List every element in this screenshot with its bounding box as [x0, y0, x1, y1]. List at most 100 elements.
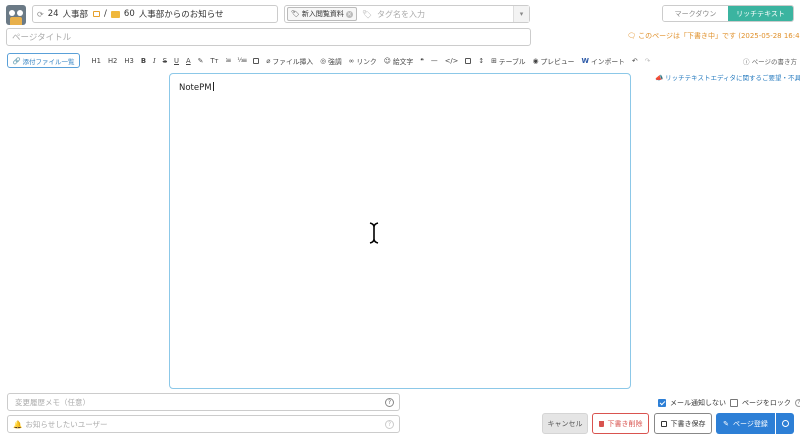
- code-block-icon[interactable]: [462, 53, 475, 68]
- chevron-down-icon[interactable]: ▾: [513, 6, 529, 22]
- parent-folder-count: 24: [47, 9, 59, 19]
- draft-status-notice: 🗨 このページは「下書き中」です (2025-05-28 16:49:11): [627, 31, 800, 41]
- link-button[interactable]: ∞ リンク: [345, 53, 380, 68]
- save-draft-label: 下書き保存: [670, 419, 706, 428]
- heading3-button[interactable]: H3: [121, 53, 137, 68]
- no-mail-checkbox[interactable]: [658, 399, 666, 407]
- cancel-button[interactable]: キャンセル: [542, 413, 588, 434]
- mention-label: 強調: [328, 57, 342, 66]
- preview-button[interactable]: ◉ プレビュー: [529, 53, 578, 68]
- bold-button[interactable]: B: [137, 53, 149, 68]
- paperclip-icon: ⌀: [266, 56, 271, 65]
- save-draft-button[interactable]: 下書き保存: [654, 413, 712, 434]
- comment-icon: 🗨: [627, 32, 636, 40]
- italic-button[interactable]: I: [150, 53, 160, 68]
- app-logo[interactable]: [6, 5, 26, 25]
- folder-icon: [110, 10, 120, 18]
- attached-files-button[interactable]: 🔗 添付ファイル一覧: [7, 53, 80, 68]
- lock-icon: [93, 11, 101, 17]
- editor-toolbar: H1 H2 H3 B I S U A ✎ Tт ⁝≡ ⅓≡ ⌀ ファイル挿入 ◎…: [88, 53, 654, 68]
- megaphone-icon: 📣: [655, 74, 664, 82]
- pencil-icon: ✎: [723, 419, 729, 428]
- delete-draft-label: 下書き削除: [607, 419, 643, 428]
- font-color-button[interactable]: A: [183, 53, 195, 68]
- help-icon[interactable]: ?: [385, 420, 394, 429]
- link-icon: ∞: [348, 56, 355, 65]
- horizontal-rule-icon[interactable]: —: [427, 53, 441, 68]
- code-icon[interactable]: </>: [441, 53, 462, 68]
- tag-input-box[interactable]: 🏷 新入閲覧資料 × 🏷 タグ名を入力 ▾: [284, 5, 530, 23]
- help-circle-icon: ⓘ: [743, 58, 750, 66]
- i-beam-cursor-icon: [369, 222, 379, 244]
- tag-chip-label: 新入閲覧資料: [301, 10, 344, 18]
- no-mail-label: メール通知しない: [670, 399, 726, 407]
- redo-icon[interactable]: ↷: [641, 53, 654, 68]
- child-folder-name[interactable]: 人事部からのお知らせ: [139, 8, 224, 20]
- richtext-mode-button[interactable]: リッチテキスト: [728, 6, 793, 21]
- editor-content[interactable]: NotePM: [179, 82, 214, 93]
- feedback-label: リッチテキストエディタに関するご要望・不具合: [665, 74, 800, 82]
- folder-path[interactable]: ⟳ 24 人事部 / 60 人事部からのお知らせ: [32, 5, 278, 23]
- lock-page-checkbox[interactable]: [730, 399, 738, 407]
- lock-page-option[interactable]: ページをロック ?: [730, 398, 800, 408]
- numbered-list-icon[interactable]: ⅓≡: [234, 53, 250, 68]
- delete-draft-button[interactable]: 下書き削除: [592, 413, 649, 434]
- insert-file-button[interactable]: ⌀ ファイル挿入: [263, 53, 317, 68]
- draft-status-text: このページは「下書き中」です (2025-05-28 16:49:11): [638, 32, 800, 40]
- feedback-link[interactable]: 📣 リッチテキストエディタに関するご要望・不具合: [655, 72, 800, 82]
- path-separator: /: [104, 9, 107, 19]
- save-icon: [660, 420, 667, 427]
- bell-icon: 🔔: [13, 419, 23, 429]
- help-icon[interactable]: ?: [794, 399, 800, 407]
- notify-users-input[interactable]: 🔔 お知らせしたいユーザー ?: [7, 415, 400, 433]
- import-label: インポート: [590, 57, 625, 66]
- tag-placeholder-icon: 🏷: [361, 9, 373, 19]
- markdown-mode-button[interactable]: マークダウン: [663, 6, 728, 21]
- change-memo-placeholder: 変更履歴メモ（任意）: [15, 397, 90, 407]
- folder-tree-icon: ⟳: [37, 9, 44, 19]
- preview-label: プレビュー: [540, 57, 575, 66]
- writing-help-label: ページの書き方: [751, 58, 797, 66]
- import-button[interactable]: W インポート: [578, 53, 628, 68]
- underline-button[interactable]: U: [171, 53, 183, 68]
- line-height-icon[interactable]: ↕: [475, 53, 488, 68]
- table-icon: ⊞: [491, 56, 497, 65]
- table-button[interactable]: ⊞ テーブル: [488, 53, 529, 68]
- highlight-icon[interactable]: ✎: [194, 53, 207, 68]
- emoji-button[interactable]: ☺ 絵文字: [380, 53, 416, 68]
- register-page-button[interactable]: ✎ ページ登録: [716, 413, 775, 434]
- rich-text-editor[interactable]: NotePM: [169, 73, 631, 389]
- page-title-input[interactable]: ページタイトル: [6, 28, 531, 46]
- editor-mode-switch: マークダウン リッチテキスト: [662, 5, 794, 22]
- heading2-button[interactable]: H2: [104, 53, 120, 68]
- strikethrough-button[interactable]: S: [159, 53, 170, 68]
- quote-icon[interactable]: ❝: [417, 53, 428, 68]
- notify-users-placeholder: お知らせしたいユーザー: [25, 419, 108, 429]
- bullet-list-icon[interactable]: ⁝≡: [222, 53, 234, 68]
- schedule-publish-button[interactable]: [776, 413, 794, 434]
- eye-icon: ◉: [532, 56, 539, 65]
- tag-remove-icon[interactable]: ×: [345, 10, 353, 18]
- register-page-label: ページ登録: [733, 419, 768, 428]
- mention-button[interactable]: ◎ 強調: [317, 53, 346, 68]
- text-size-button[interactable]: Tт: [207, 53, 222, 68]
- writing-help-link[interactable]: ⓘ ページの書き方: [743, 56, 797, 66]
- editor-text: NotePM: [179, 83, 212, 93]
- undo-icon[interactable]: ↶: [628, 53, 641, 68]
- lock-page-label: ページをロック: [742, 399, 791, 407]
- no-mail-notification-option[interactable]: メール通知しない: [658, 398, 726, 408]
- tag-icon: 🏷: [291, 10, 300, 18]
- tag-chip[interactable]: 🏷 新入閲覧資料 ×: [287, 7, 357, 21]
- trash-icon: [598, 420, 604, 427]
- parent-folder-name[interactable]: 人事部: [63, 8, 89, 20]
- attached-files-label: 添付ファイル一覧: [22, 57, 75, 66]
- tag-name-input[interactable]: タグ名を入力: [377, 9, 425, 20]
- table-label: テーブル: [498, 57, 526, 66]
- heading1-button[interactable]: H1: [88, 53, 104, 68]
- help-icon[interactable]: ?: [385, 398, 394, 407]
- checklist-icon[interactable]: [250, 53, 263, 68]
- change-memo-input[interactable]: 変更履歴メモ（任意） ?: [7, 393, 400, 411]
- clock-icon: [781, 420, 789, 427]
- emoji-label: 絵文字: [392, 57, 414, 66]
- paperclip-icon: 🔗: [12, 56, 21, 65]
